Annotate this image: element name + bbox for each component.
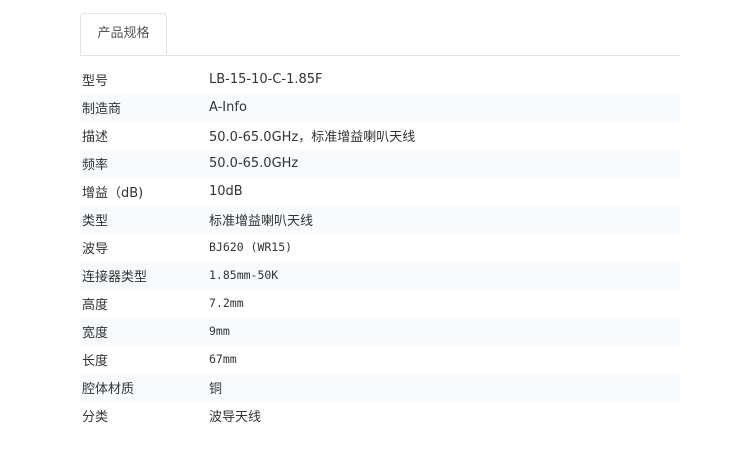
spec-row-connector-type: 连接器类型 1.85mm-50K <box>80 261 680 289</box>
spec-value: 7.2mm <box>209 296 244 310</box>
spec-row-model: 型号 LB-15-10-C-1.85F <box>80 65 680 93</box>
spec-label: 高度 <box>82 297 109 313</box>
spec-row-width: 宽度 9mm <box>80 317 680 345</box>
spec-value: 50.0-65.0GHz，标准增益喇叭天线 <box>209 129 416 145</box>
spec-label: 描述 <box>82 129 109 145</box>
spec-value: 标准增益喇叭天线 <box>209 213 314 229</box>
spec-label: 类型 <box>82 213 109 229</box>
spec-label: 连接器类型 <box>82 269 148 285</box>
spec-value: 50.0-65.0GHz <box>209 155 299 171</box>
product-spec-page: 产品规格 型号 LB-15-10-C-1.85F 制造商 A-Info 描述 5… <box>0 0 750 453</box>
spec-value: 1.85mm-50K <box>209 268 279 282</box>
spec-label: 腔体材质 <box>82 381 135 397</box>
spec-value: 波导天线 <box>209 409 262 425</box>
spec-value: BJ620 (WR15) <box>209 240 293 254</box>
spec-row-waveguide: 波导 BJ620 (WR15) <box>80 233 680 261</box>
spec-value: 10dB <box>209 183 243 199</box>
spec-row-length: 长度 67mm <box>80 345 680 373</box>
spec-table: 型号 LB-15-10-C-1.85F 制造商 A-Info 描述 50.0-6… <box>80 65 680 429</box>
spec-row-cavity-material: 腔体材质 铜 <box>80 373 680 401</box>
spec-label: 增益（dB) <box>82 185 144 201</box>
spec-row-description: 描述 50.0-65.0GHz，标准增益喇叭天线 <box>80 121 680 149</box>
spec-row-height: 高度 7.2mm <box>80 289 680 317</box>
spec-value: 67mm <box>209 352 237 366</box>
spec-row-frequency: 频率 50.0-65.0GHz <box>80 149 680 177</box>
spec-row-gain: 增益（dB) 10dB <box>80 177 680 205</box>
spec-label: 宽度 <box>82 325 109 341</box>
spec-row-type: 类型 标准增益喇叭天线 <box>80 205 680 233</box>
spec-label: 频率 <box>82 157 109 173</box>
spec-label: 型号 <box>82 73 109 89</box>
spec-label: 分类 <box>82 409 109 425</box>
spec-value: 铜 <box>209 381 223 397</box>
spec-value: 9mm <box>209 324 230 338</box>
spec-row-category: 分类 波导天线 <box>80 401 680 429</box>
spec-row-manufacturer: 制造商 A-Info <box>80 93 680 121</box>
tab-bar: 产品规格 <box>80 0 680 56</box>
tab-product-specs[interactable]: 产品规格 <box>80 13 167 55</box>
spec-value: LB-15-10-C-1.85F <box>209 71 323 87</box>
spec-label: 制造商 <box>82 101 122 117</box>
spec-value: A-Info <box>209 99 247 115</box>
spec-label: 波导 <box>82 241 109 257</box>
spec-label: 长度 <box>82 353 109 369</box>
